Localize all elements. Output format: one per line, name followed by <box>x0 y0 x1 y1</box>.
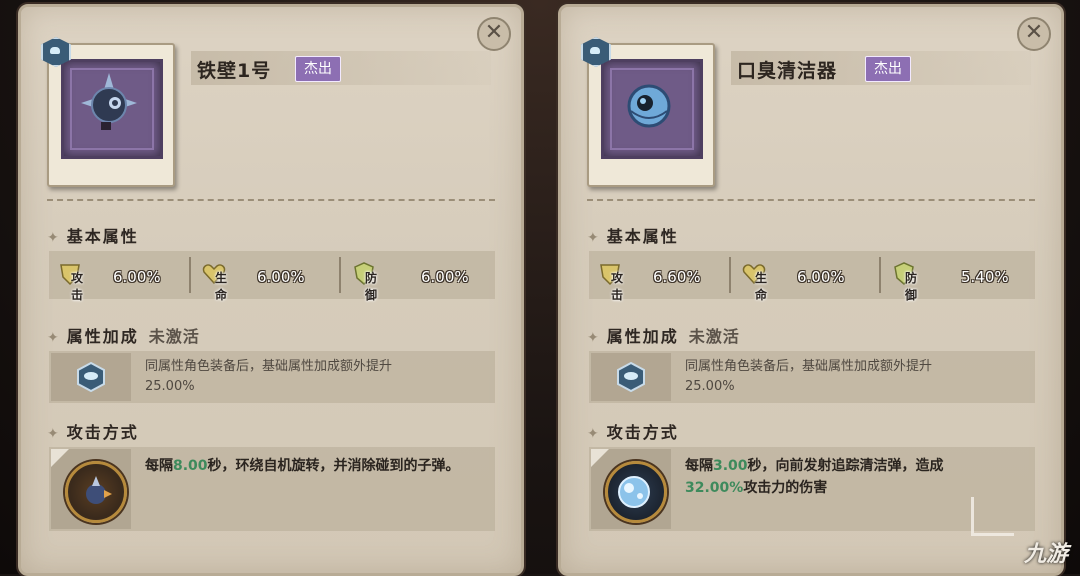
equipment-panel-right: ✕ 口臭清洁器 杰出 ✦ 基本属性 攻击 6.60% 生命 6.00% 防御 5… <box>558 4 1064 576</box>
stat-value: 6.60% <box>653 268 701 286</box>
bonus-box: 同属性角色装备后，基础属性加成额外提升 25.00% <box>49 351 495 403</box>
spiked-ball-icon <box>86 476 112 504</box>
attack-box: 每隔3.00秒，向前发射追踪清洁弹，造成 32.00%攻击力的伤害 <box>589 447 1035 531</box>
stat-value: 5.40% <box>961 268 1009 286</box>
watermark-bracket <box>971 497 1014 536</box>
close-icon[interactable]: ✕ <box>477 17 511 51</box>
attack-skill-icon <box>65 461 127 523</box>
divider <box>587 199 1035 201</box>
rarity-badge: 杰出 <box>865 56 911 82</box>
cleaner-orb-icon <box>627 84 671 128</box>
section-attack-method: ✦ 攻击方式 <box>587 423 679 442</box>
separator <box>189 257 191 293</box>
stat-value: 6.00% <box>797 268 845 286</box>
watermark: 九游 <box>1023 542 1068 567</box>
section-basic-stats: ✦ 基本属性 <box>47 227 139 246</box>
bonus-description: 同属性角色装备后，基础属性加成额外提升 25.00% <box>145 359 393 394</box>
attack-description: 每隔3.00秒，向前发射追踪清洁弹，造成 32.00%攻击力的伤害 <box>685 458 944 496</box>
equipment-portrait <box>61 59 163 159</box>
attack-type-icon <box>51 449 69 467</box>
item-name: 口臭清洁器 <box>737 60 838 82</box>
bonus-status: 未激活 <box>688 327 740 346</box>
section-attribute-bonus: ✦ 属性加成 未激活 <box>47 327 200 346</box>
cloud-element-icon <box>77 362 105 392</box>
bonus-status: 未激活 <box>148 327 200 346</box>
item-name: 铁壁1号 <box>197 60 272 82</box>
name-bar: 口臭清洁器 杰出 <box>731 51 1031 85</box>
stat-value: 6.00% <box>421 268 469 286</box>
spiked-ball-icon <box>81 73 137 130</box>
stats-row: 攻击 6.60% 生命 6.00% 防御 5.40% <box>589 251 1035 302</box>
attack-description: 每隔8.00秒，环绕自机旋转，并消除碰到的子弹。 <box>145 458 460 474</box>
section-attribute-bonus: ✦ 属性加成 未激活 <box>587 327 740 346</box>
section-attack-method: ✦ 攻击方式 <box>47 423 139 442</box>
attack-box: 每隔8.00秒，环绕自机旋转，并消除碰到的子弹。 <box>49 447 495 531</box>
cloud-element-icon <box>617 362 645 392</box>
stat-value: 6.00% <box>257 268 305 286</box>
attack-type-icon <box>591 449 609 467</box>
equipment-panel-left: ✕ 铁壁1号 杰出 ✦ 基本属性 攻击 6.00% 生命 6.00% 防御 6.… <box>18 4 524 576</box>
equipment-portrait <box>601 59 703 159</box>
separator <box>729 257 731 293</box>
bonus-box: 同属性角色装备后，基础属性加成额外提升 25.00% <box>589 351 1035 403</box>
bubble-icon <box>618 476 650 508</box>
separator <box>339 257 341 293</box>
divider <box>47 199 495 201</box>
equipment-card <box>581 37 715 187</box>
bonus-description: 同属性角色装备后，基础属性加成额外提升 25.00% <box>685 359 933 394</box>
equipment-card <box>41 37 175 187</box>
separator <box>879 257 881 293</box>
close-icon[interactable]: ✕ <box>1017 17 1051 51</box>
stats-row: 攻击 6.00% 生命 6.00% 防御 6.00% <box>49 251 495 302</box>
stat-value: 6.00% <box>113 268 161 286</box>
rarity-badge: 杰出 <box>295 56 341 82</box>
attack-skill-icon <box>605 461 667 523</box>
section-basic-stats: ✦ 基本属性 <box>587 227 679 246</box>
name-bar: 铁壁1号 杰出 <box>191 51 491 85</box>
